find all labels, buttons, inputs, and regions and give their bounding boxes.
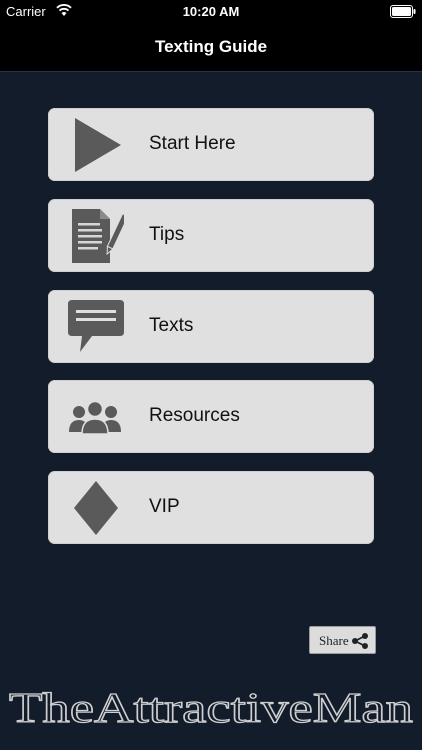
resources-label: Resources [149,405,240,426]
brand-logo-text: TheAttractiveMan [9,686,413,731]
tips-label: Tips [149,224,185,245]
navigation-bar: Texting Guide [0,24,422,71]
speech-bubble-icon [66,300,124,354]
start-here-button[interactable]: Start Here [48,108,374,181]
nav-divider [0,71,422,72]
texts-button[interactable]: Texts [48,290,374,363]
share-label: Share [319,633,349,648]
page-title: Texting Guide [154,37,268,56]
share-icon [351,632,369,650]
start-here-label: Start Here [149,133,236,154]
status-bar: Carrier 10:20 AM [0,0,422,24]
battery-icon [390,5,416,18]
share-button[interactable]: Share [309,626,376,654]
diamond-icon [66,481,124,535]
tips-button[interactable]: Tips [48,199,374,272]
resources-button[interactable]: Resources [48,380,374,453]
status-time: 10:20 AM [182,4,240,19]
brand-logo: TheAttractiveMan [6,683,416,732]
play-icon [66,118,124,172]
texts-label: Texts [149,315,194,336]
people-group-icon [66,390,124,444]
document-pencil-icon [66,209,129,263]
vip-button[interactable]: VIP [48,471,374,544]
vip-label: VIP [149,496,180,517]
